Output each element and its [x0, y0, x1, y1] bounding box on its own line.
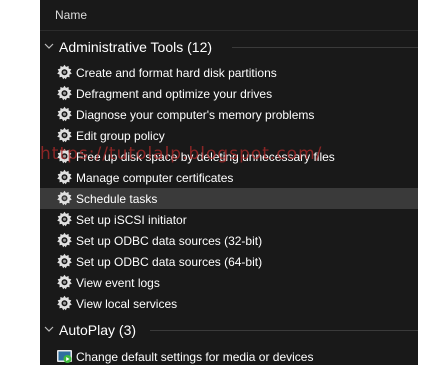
- gear-icon: [57, 64, 72, 80]
- list-item[interactable]: Manage computer certificates: [40, 167, 418, 188]
- list-item-label: Set up ODBC data sources (64-bit): [76, 255, 263, 269]
- list-item-label: Set up iSCSI initiator: [76, 213, 187, 227]
- gear-icon: [57, 85, 72, 101]
- list-item-selected[interactable]: Schedule tasks: [40, 188, 418, 209]
- group-autoplay[interactable]: AutoPlay (3): [40, 319, 418, 341]
- group-title: AutoPlay (3): [59, 322, 137, 338]
- list-item-label: Manage computer certificates: [76, 171, 234, 185]
- chevron-down-icon[interactable]: [44, 41, 54, 51]
- gear-icon: [57, 274, 72, 290]
- group-divider: [232, 47, 418, 48]
- list-item[interactable]: Set up iSCSI initiator: [40, 209, 418, 230]
- watermark: https://tutolalp.blogspot.com/: [40, 144, 323, 164]
- gear-icon: [57, 190, 72, 206]
- list-item[interactable]: View event logs: [40, 272, 418, 293]
- list-item-label: Edit group policy: [76, 129, 165, 143]
- list-item[interactable]: Diagnose your computer's memory problems: [40, 104, 418, 125]
- gear-icon: [57, 211, 72, 227]
- list-item-label: Schedule tasks: [76, 192, 158, 206]
- list-item[interactable]: Change default settings for media or dev…: [40, 346, 418, 365]
- gear-icon: [57, 106, 72, 122]
- list-item-label: Defragment and optimize your drives: [76, 87, 273, 101]
- group-administrative-tools[interactable]: Administrative Tools (12): [40, 36, 418, 58]
- autoplay-icon: [57, 350, 72, 363]
- list-item-label: Set up ODBC data sources (32-bit): [76, 234, 263, 248]
- list-item-label: View local services: [76, 297, 178, 311]
- group-divider: [150, 330, 418, 331]
- list-item-label: View event logs: [76, 276, 160, 290]
- list-item[interactable]: Edit group policy: [40, 125, 418, 146]
- list-item[interactable]: Create and format hard disk partitions: [40, 62, 418, 83]
- group-title: Administrative Tools (12): [59, 39, 213, 55]
- control-panel-list: Name Administrative Tools (12) Create an…: [40, 0, 418, 365]
- gear-icon: [57, 169, 72, 185]
- chevron-down-icon[interactable]: [44, 324, 54, 334]
- list-item[interactable]: Defragment and optimize your drives: [40, 83, 418, 104]
- name-column-header[interactable]: Name: [40, 0, 418, 31]
- name-column-label: Name: [55, 8, 88, 22]
- list-item[interactable]: Set up ODBC data sources (64-bit): [40, 251, 418, 272]
- list-item-label: Diagnose your computer's memory problems: [76, 108, 315, 122]
- list-item-label: Change default settings for media or dev…: [76, 350, 314, 364]
- list-item[interactable]: View local services: [40, 293, 418, 314]
- gear-icon: [57, 127, 72, 143]
- gear-icon: [57, 295, 72, 311]
- gear-icon: [57, 253, 72, 269]
- list-item[interactable]: Set up ODBC data sources (32-bit): [40, 230, 418, 251]
- gear-icon: [57, 232, 72, 248]
- list-item-label: Create and format hard disk partitions: [76, 66, 277, 80]
